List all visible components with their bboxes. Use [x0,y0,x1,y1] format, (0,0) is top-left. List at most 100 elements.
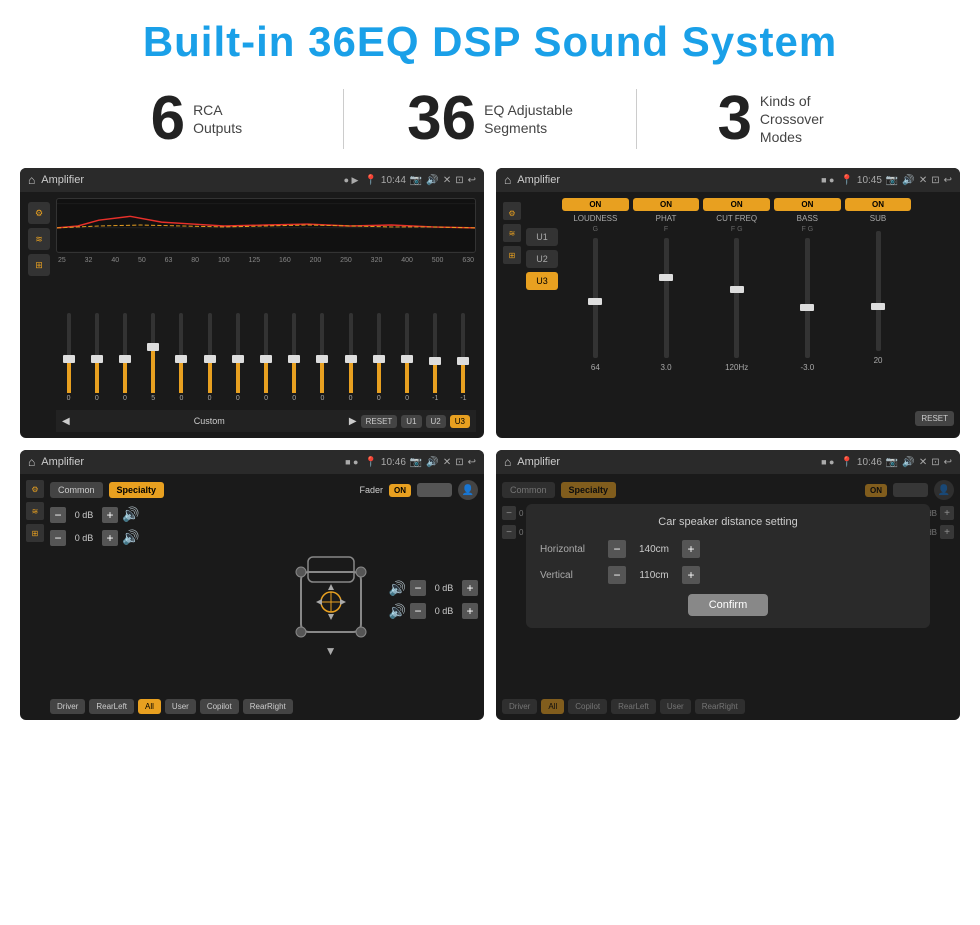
cr-dot-icon: ■ ● [821,175,834,185]
eq-val-12: 0 [377,395,381,402]
fader-tab-specialty[interactable]: Specialty [109,482,165,498]
eq-u2-btn[interactable]: U2 [426,415,446,428]
fader-fr-plus[interactable]: + [462,580,478,596]
page-title: Built-in 36EQ DSP Sound System [20,18,960,66]
location-icon: 📍 [364,175,376,186]
fader-btn-user[interactable]: User [165,699,196,714]
dialog-horizontal-plus[interactable]: + [682,540,700,558]
eq-slider-13: 0 [394,313,419,402]
dialog-vertical-plus[interactable]: + [682,566,700,584]
fader-tab-common[interactable]: Common [50,482,103,498]
cr-phat-on[interactable]: ON [633,198,700,211]
fader-rl-minus[interactable]: − [50,530,66,546]
stat-rca-number: 6 [151,88,185,150]
eq-track-8[interactable] [264,313,268,393]
eq-screen-bar: ⌂ Amplifier ● ▶ 📍 10:44 📷 🔊 ✕ ⊡ ↩ [20,168,484,192]
cr-reset-btn[interactable]: RESET [915,411,954,426]
cr-cutfreq-value: 120Hz [725,363,748,372]
fader-rr-value: 0 dB [430,606,458,616]
dialog-vertical-minus[interactable]: − [608,566,626,584]
cr-location-icon: 📍 [840,175,852,186]
fader-location-icon: 📍 [364,457,376,468]
crossover-sidebar: ⚙ ≋ ⊞ [502,198,522,432]
cr-sub-on[interactable]: ON [845,198,912,211]
eq-track-12[interactable] [377,313,381,393]
cr-phat-slider[interactable] [664,238,669,358]
fader-on-btn[interactable]: ON [389,484,411,497]
eq-val-14: -1 [432,395,438,402]
dlg-bg-bottom: Driver All Copilot RearLeft User RearRig… [502,699,954,714]
eq-track-4[interactable] [151,313,155,393]
cr-sidebar-btn1[interactable]: ⚙ [503,202,521,220]
freq-40: 40 [111,257,119,264]
eq-reset-btn[interactable]: RESET [361,415,398,428]
confirm-button[interactable]: Confirm [688,594,768,616]
eq-track-3[interactable] [123,313,127,393]
eq-track-1[interactable] [67,313,71,393]
crossover-screen: ⌂ Amplifier ■ ● 📍 10:45 📷 🔊 ✕ ⊡ ↩ ⚙ ≋ ⊞ … [496,168,960,438]
fader-btn-rearleft[interactable]: RearLeft [89,699,134,714]
cr-sidebar-btn2[interactable]: ≋ [503,224,521,242]
cr-preset-u3[interactable]: U3 [526,272,558,290]
cr-loudness-on[interactable]: ON [562,198,629,211]
eq-track-11[interactable] [349,313,353,393]
eq-track-10[interactable] [320,313,324,393]
fader-btn-rearright[interactable]: RearRight [243,699,293,714]
fader-down-arrow[interactable]: ▼ [325,644,337,658]
cr-preset-u2[interactable]: U2 [526,250,558,268]
fader-row-rl: − 0 dB + 🔊 [50,529,273,546]
cr-loudness-slider[interactable] [593,238,598,358]
eq-sidebar-btn3[interactable]: ⊞ [28,254,50,276]
eq-sidebar-btn2[interactable]: ≋ [28,228,50,250]
eq-track-14[interactable] [433,313,437,393]
fader-fl-minus[interactable]: − [50,507,66,523]
fader-slider[interactable] [417,483,452,497]
cr-bass-slider[interactable] [805,238,810,358]
freq-100: 100 [218,257,230,264]
fader-sidebar-btn1[interactable]: ⚙ [26,480,44,498]
fader-sidebar-btn2[interactable]: ≋ [26,502,44,520]
eq-u3-btn[interactable]: U3 [450,415,470,428]
eq-u1-btn[interactable]: U1 [401,415,421,428]
cr-sub-slider[interactable] [876,231,881,351]
freq-25: 25 [58,257,66,264]
fader-btn-driver[interactable]: Driver [50,699,85,714]
volume-icon: 🔊 [426,175,438,186]
fader-fl-value: 0 dB [70,510,98,520]
dlg-bg-profile: 👤 [934,480,954,500]
fader-rr-plus[interactable]: + [462,603,478,619]
fader-rl-value: 0 dB [70,533,98,543]
fader-rl-plus[interactable]: + [102,530,118,546]
fader-sidebar-btn3[interactable]: ⊞ [26,524,44,542]
cr-preset-u1[interactable]: U1 [526,228,558,246]
eq-next-btn[interactable]: ▶ [349,416,357,427]
fader-fl-plus[interactable]: + [102,507,118,523]
eq-track-5[interactable] [179,313,183,393]
fader-btn-all[interactable]: All [138,699,161,714]
eq-track-15[interactable] [461,313,465,393]
cr-cutfreq-slider[interactable] [734,238,739,358]
eq-sidebar-btn1[interactable]: ⚙ [28,202,50,224]
cr-sidebar-btn3[interactable]: ⊞ [503,246,521,264]
eq-track-2[interactable] [95,313,99,393]
screens-grid: ⌂ Amplifier ● ▶ 📍 10:44 📷 🔊 ✕ ⊡ ↩ ⚙ ≋ ⊞ [0,168,980,736]
cr-cutfreq-on[interactable]: ON [703,198,770,211]
eq-slider-5: 0 [169,313,194,402]
fader-car-diagram: ▼ [281,506,381,693]
eq-track-13[interactable] [405,313,409,393]
cr-bass-on[interactable]: ON [774,198,841,211]
crossover-screen-bar: ⌂ Amplifier ■ ● 📍 10:45 📷 🔊 ✕ ⊡ ↩ [496,168,960,192]
eq-track-7[interactable] [236,313,240,393]
eq-prev-btn[interactable]: ◀ [62,416,70,427]
stat-eq-label: EQ AdjustableSegments [484,101,573,137]
fader-rr-minus[interactable]: − [410,603,426,619]
dialog-vertical-row: Vertical − 110cm + [540,566,916,584]
fader-fr-minus[interactable]: − [410,580,426,596]
fader-profile-icon[interactable]: 👤 [458,480,478,500]
fader-btn-copilot[interactable]: Copilot [200,699,239,714]
eq-track-9[interactable] [292,313,296,393]
eq-val-6: 0 [208,395,212,402]
eq-track-6[interactable] [208,313,212,393]
eq-time: 10:44 [381,175,406,186]
dialog-horizontal-minus[interactable]: − [608,540,626,558]
